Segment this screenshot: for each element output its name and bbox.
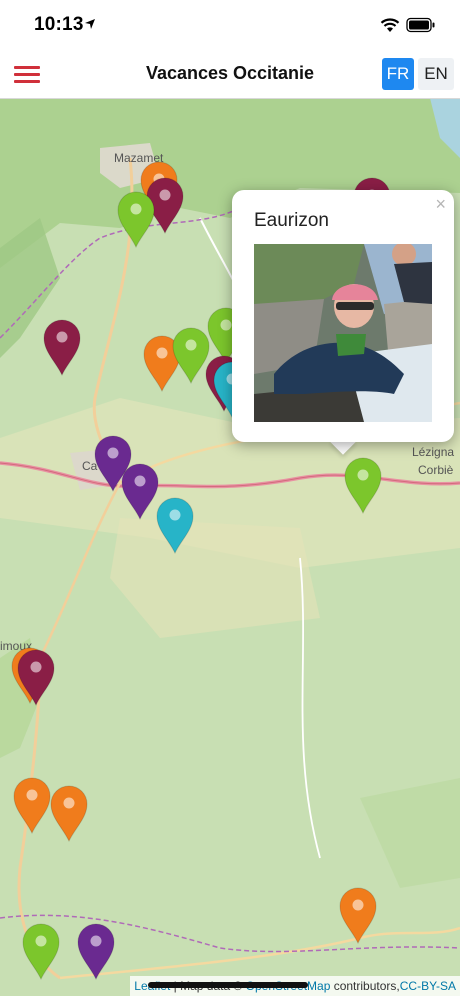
license-link[interactable]: CC-BY-SA: [400, 979, 456, 993]
status-bar: 10:13: [0, 0, 460, 50]
location-arrow-icon: [85, 19, 95, 29]
lang-fr-button[interactable]: FR: [382, 58, 414, 90]
map-marker[interactable]: [49, 784, 89, 842]
map-pin-icon: [17, 649, 55, 706]
map-marker[interactable]: [116, 190, 156, 248]
popup-title: Eaurizon: [254, 210, 329, 231]
lang-en-button[interactable]: EN: [418, 58, 454, 90]
map-pin-icon: [50, 785, 88, 842]
nav-bar: Vacances Occitanie FR EN: [0, 50, 460, 99]
home-indicator: [148, 982, 308, 988]
map-marker[interactable]: [16, 648, 56, 706]
map-marker[interactable]: [12, 776, 52, 834]
map-pin-icon: [339, 887, 377, 944]
map-marker[interactable]: [155, 496, 195, 554]
map-pin-icon: [13, 777, 51, 834]
map-pin-icon: [22, 923, 60, 980]
map-pin-icon: [117, 191, 155, 248]
wifi-icon: [380, 18, 400, 32]
map-marker[interactable]: [21, 922, 61, 980]
place-label: Corbiè: [418, 463, 454, 477]
map-pin-icon: [77, 923, 115, 980]
battery-icon: [406, 17, 435, 33]
map-marker[interactable]: [42, 318, 82, 376]
map-marker[interactable]: [120, 462, 160, 520]
map-pin-icon: [344, 457, 382, 514]
status-time: 10:13: [34, 14, 84, 35]
close-icon[interactable]: ×: [435, 194, 446, 215]
map-marker[interactable]: [76, 922, 116, 980]
place-label: Lézigna: [412, 445, 454, 459]
map-popup: × Eaurizon: [232, 190, 454, 442]
map-marker[interactable]: [338, 886, 378, 944]
map-marker[interactable]: [343, 456, 383, 514]
map-pin-icon: [156, 497, 194, 554]
map-pin-icon: [43, 319, 81, 376]
canyoning-photo[interactable]: [254, 244, 432, 422]
map-pin-icon: [121, 463, 159, 520]
